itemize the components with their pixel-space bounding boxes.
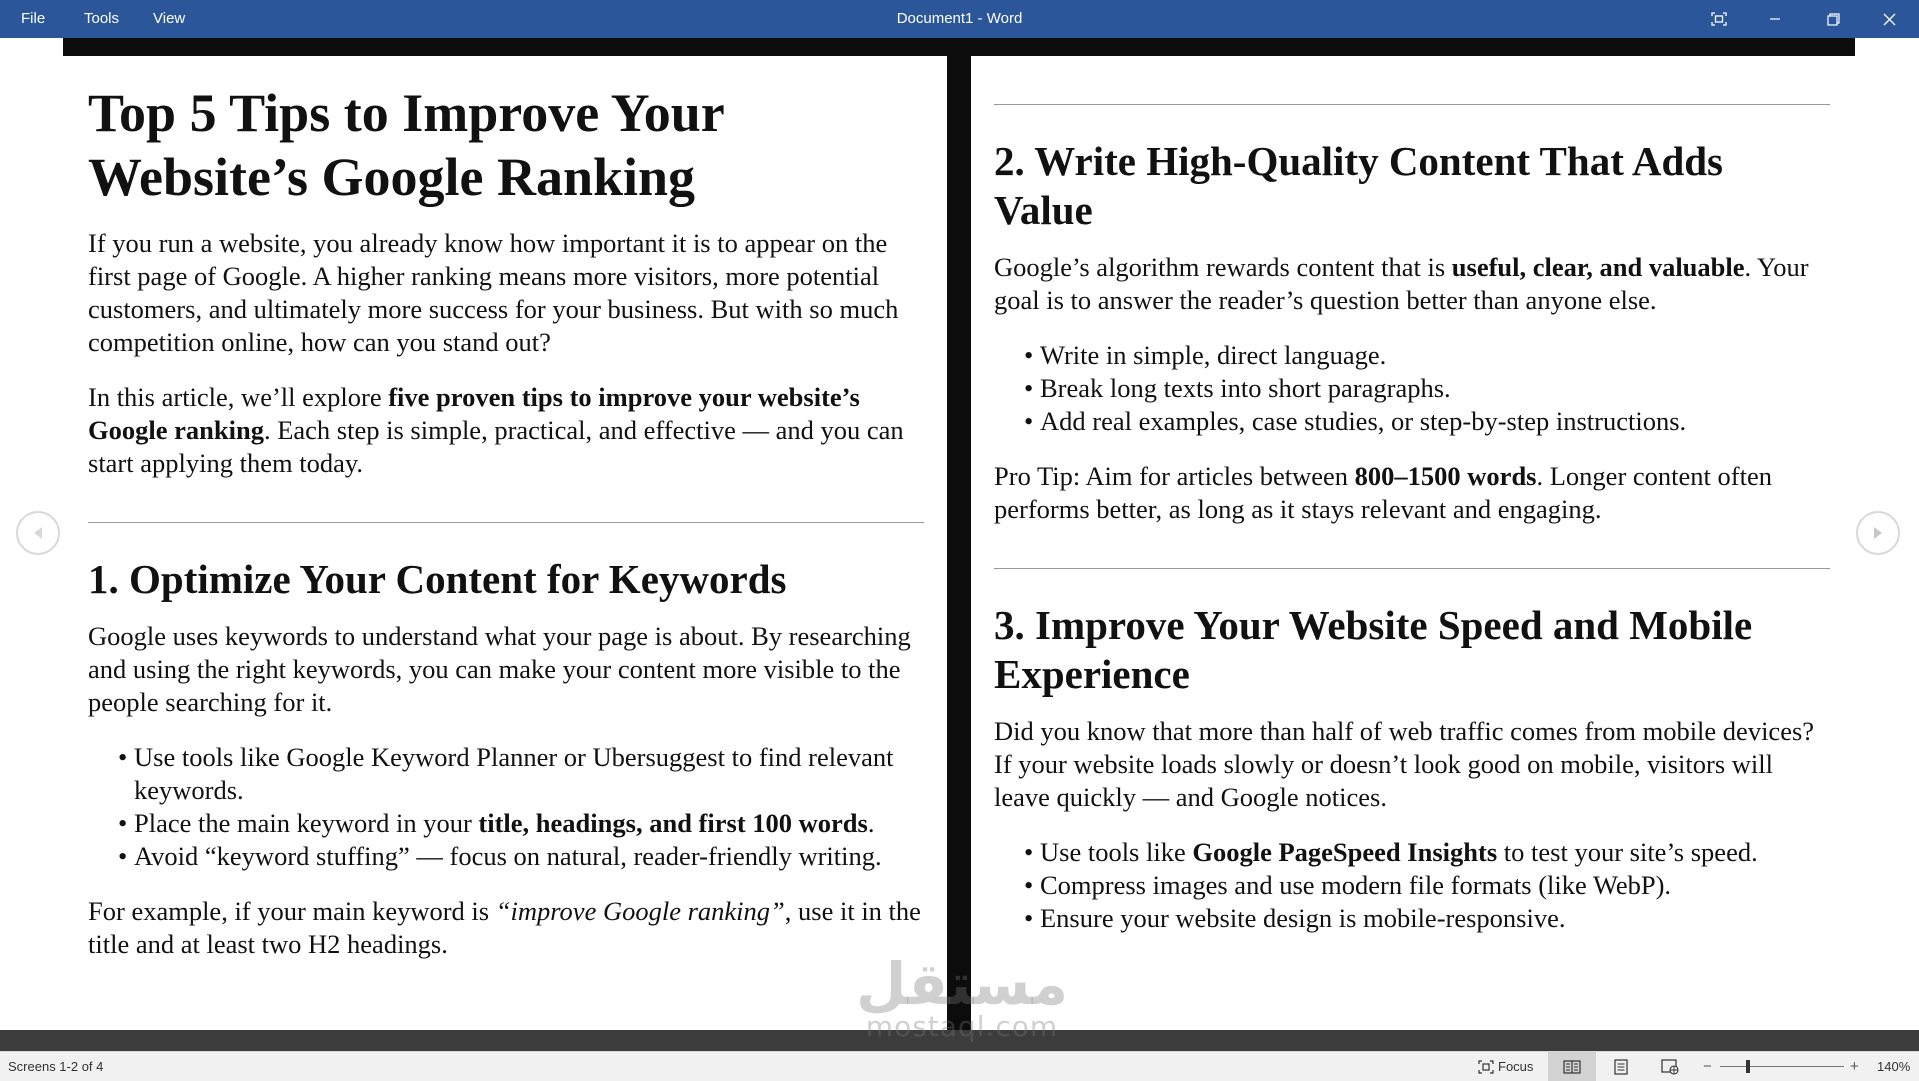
section-1-heading: 1. Optimize Your Content for Keywords	[88, 556, 787, 602]
prev-screen-button[interactable]	[16, 511, 60, 555]
section-divider	[88, 522, 924, 523]
list-item: • Ensure your website design is mobile-re…	[1024, 903, 1566, 933]
section-3-heading: 3. Improve Your Website Speed and Mobile…	[994, 602, 1753, 697]
article-title: Top 5 Tips to Improve Your Website’s Goo…	[88, 83, 724, 207]
section-2-list: • Write in simple, direct language. • Brea…	[994, 339, 1830, 438]
zoom-track	[1720, 1066, 1844, 1067]
close-button[interactable]	[1866, 0, 1912, 38]
print-layout-button[interactable]	[1597, 1052, 1645, 1081]
right-screen: 2. Write High-Quality Content That Adds …	[994, 56, 1830, 1076]
section-1-paragraph: Google uses keywords to understand what …	[88, 621, 911, 717]
zoom-out-button[interactable]: −	[1703, 1052, 1712, 1081]
section-divider	[994, 104, 1830, 105]
list-item: • Break long texts into short paragraphs.	[1024, 373, 1451, 403]
title-bar: File Tools View Document1 - Word	[0, 0, 1919, 38]
next-screen-icon	[1874, 527, 1882, 539]
zoom-slider[interactable]	[1720, 1052, 1844, 1081]
minimize-button[interactable]	[1752, 0, 1798, 38]
next-screen-button[interactable]	[1856, 511, 1900, 555]
zoom-thumb[interactable]	[1746, 1060, 1750, 1073]
list-item: • Add real examples, case studies, or ste…	[1024, 406, 1687, 436]
prev-screen-icon	[34, 527, 42, 539]
zoom-in-button[interactable]: +	[1850, 1052, 1859, 1081]
left-screen: Top 5 Tips to Improve Your Website’s Goo…	[88, 56, 924, 1053]
focus-mode-icon	[1478, 1059, 1494, 1074]
focus-button[interactable]: Focus	[1478, 1052, 1533, 1081]
list-item: • Use tools like Google Keyword Planner o…	[118, 742, 894, 805]
intro-paragraph-2: In this article, we’ll explore five prov…	[88, 382, 904, 478]
section-3-paragraph: Did you know that more than half of web …	[994, 716, 1815, 812]
list-item: • Place the main keyword in your title, h…	[118, 808, 875, 838]
menu-tools[interactable]: Tools	[84, 0, 119, 38]
status-bar: Screens 1-2 of 4 Focus − + 140%	[0, 1051, 1919, 1081]
print-layout-icon	[1614, 1058, 1628, 1075]
list-item: • Compress images and use modern file for…	[1024, 870, 1672, 900]
read-mode-button[interactable]	[1548, 1052, 1596, 1081]
screen-count[interactable]: Screens 1-2 of 4	[8, 1052, 103, 1081]
minimize-icon	[1770, 18, 1780, 20]
focus-mode-icon	[1711, 12, 1727, 26]
menu-file[interactable]: File	[21, 0, 45, 38]
section-2-paragraph: Google’s algorithm rewards content that …	[994, 252, 1809, 315]
intro-paragraph-1: If you run a website, you already know h…	[88, 228, 899, 357]
focus-mode-button[interactable]	[1696, 0, 1742, 38]
web-layout-icon	[1661, 1058, 1679, 1075]
section-3-list: • Use tools like Google PageSpeed Insight…	[994, 836, 1830, 935]
restore-button[interactable]	[1810, 0, 1856, 38]
page-gutter	[947, 38, 971, 1030]
section-divider	[994, 568, 1830, 569]
web-layout-button[interactable]	[1646, 1052, 1694, 1081]
pro-tip-paragraph: Pro Tip: Aim for articles between 800–15…	[994, 461, 1772, 524]
close-icon	[1883, 13, 1895, 25]
list-item: • Use tools like Google PageSpeed Insight…	[1024, 837, 1758, 867]
zoom-level[interactable]: 140%	[1877, 1052, 1910, 1081]
restore-icon	[1826, 12, 1840, 26]
window-title: Document1 - Word	[896, 10, 1023, 27]
read-mode-icon	[1563, 1059, 1581, 1074]
list-item: • Write in simple, direct language.	[1024, 340, 1387, 370]
section-2-heading: 2. Write High-Quality Content That Adds …	[994, 138, 1724, 233]
list-item: • Avoid “keyword stuffing” — focus on nat…	[118, 841, 882, 871]
menu-view[interactable]: View	[153, 0, 185, 38]
section-1-example: For example, if your main keyword is “im…	[88, 896, 921, 959]
section-1-list: • Use tools like Google Keyword Planner o…	[88, 741, 924, 873]
